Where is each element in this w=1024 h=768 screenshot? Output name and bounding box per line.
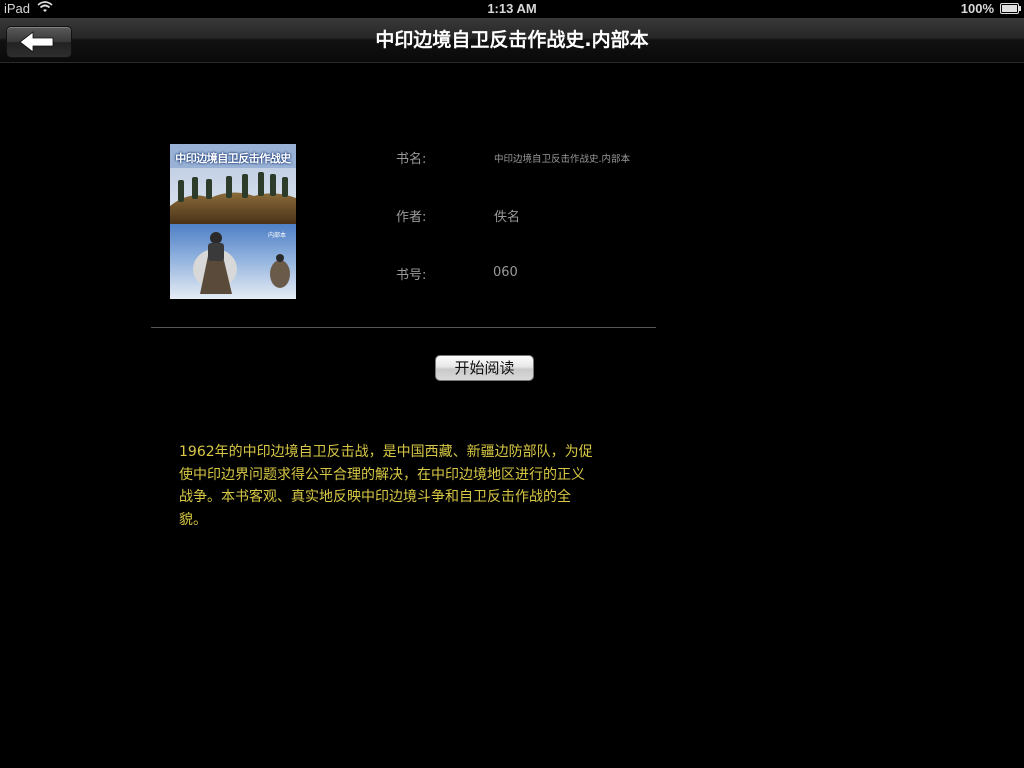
book-number-value: 060 [493,265,518,280]
app-screen: iPad 1:13 AM 100% 中印边境自卫反击作战史.内部本 中印边境自卫… [0,0,1024,768]
status-bar: iPad 1:13 AM 100% [0,0,1024,18]
section-divider [151,327,656,328]
author-value: 佚名 [494,210,521,225]
status-time: 1:13 AM [487,1,537,16]
cover-title-text: 中印边境自卫反击作战史 [175,152,291,165]
book-cover-image: 中印边境自卫反击作战史 内部本 [170,144,296,299]
navigation-bar: 中印边境自卫反击作战史.内部本 [0,18,1024,63]
back-arrow-icon [19,31,54,53]
battery-percentage: 100% [960,1,994,16]
book-description: 1962年的中印边境自卫反击战，是中国西藏、新疆边防部队，为促 使中印边界问题求… [179,444,593,528]
book-number-label: 书号: [396,268,427,283]
book-title-value: 中印边境自卫反击作战史.内部本 [494,154,631,165]
author-label: 作者: [396,210,427,225]
page-title: 中印边境自卫反击作战史.内部本 [375,29,649,51]
back-button[interactable] [6,26,72,58]
start-reading-button[interactable]: 开始阅读 [435,355,534,381]
book-title-label: 书名: [396,152,427,167]
cover-subtitle-text: 内部本 [268,232,287,239]
battery-icon [1000,3,1021,14]
